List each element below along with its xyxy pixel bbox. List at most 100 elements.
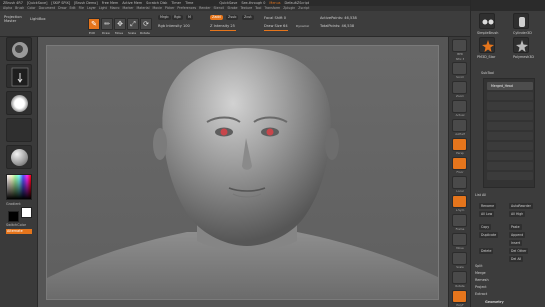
current-tool-thumb[interactable] xyxy=(479,13,495,29)
switch-color-button[interactable]: SwitchColor xyxy=(6,223,26,227)
autoreorder-button[interactable]: AutoReorder xyxy=(509,203,533,209)
draw-button[interactable]: ✏ xyxy=(101,18,113,30)
scale-label: Scale xyxy=(128,31,137,35)
see-through-slider[interactable]: See-through 0 xyxy=(241,1,265,5)
zadd-toggle[interactable]: Zadd xyxy=(210,15,223,20)
gradient-label: Gradient xyxy=(6,202,21,206)
bpr-label: BPR xyxy=(457,52,463,56)
edit-button[interactable]: ✎ xyxy=(88,18,100,30)
subtool-item[interactable] xyxy=(487,132,533,140)
title-item: Timer xyxy=(171,1,182,5)
rename-button[interactable]: Rename xyxy=(479,203,497,209)
subtool-item[interactable] xyxy=(487,142,533,150)
subtool-item[interactable] xyxy=(487,102,533,110)
alternate-button[interactable]: Alternate xyxy=(6,229,32,234)
subtool-item[interactable] xyxy=(487,152,533,160)
subtool-item[interactable] xyxy=(487,92,533,100)
polymesh-tool-thumb[interactable] xyxy=(513,37,529,53)
projection-master-button[interactable]: Projection Master xyxy=(4,15,26,23)
rgb-toggle[interactable]: Rgb xyxy=(172,15,183,20)
alpha-icon xyxy=(11,95,28,112)
color-picker[interactable] xyxy=(6,174,32,200)
rotate-icon: ⟳ xyxy=(143,20,149,28)
viewport[interactable] xyxy=(46,45,439,300)
title-item: [Brush Demo] xyxy=(74,1,98,5)
rotate-button[interactable]: ⟳ xyxy=(140,18,152,30)
scale-nav-button[interactable] xyxy=(452,252,467,265)
title-item: Scratch Disk xyxy=(146,1,168,5)
menus-button[interactable]: Menus xyxy=(269,1,280,5)
scroll-button[interactable] xyxy=(452,62,467,75)
bpr-button[interactable] xyxy=(452,39,467,52)
paste-button[interactable]: Paste xyxy=(509,224,522,230)
alpha-slot[interactable] xyxy=(6,91,32,115)
brush-slot[interactable] xyxy=(6,37,32,61)
list-all-button[interactable]: List All xyxy=(475,193,486,197)
draw-size-slider[interactable]: Draw Size 64 xyxy=(264,24,288,28)
move-icon: ✥ xyxy=(117,20,123,28)
mrgb-toggle[interactable]: Mrgb xyxy=(158,15,171,20)
subtool-item-label: Merged_Head xyxy=(491,83,513,88)
frame-button[interactable] xyxy=(452,214,467,227)
floor-button[interactable] xyxy=(452,157,467,170)
insert-button[interactable]: Insert xyxy=(509,240,523,246)
z-intensity-slider[interactable]: Z Intensity 25 xyxy=(210,24,235,28)
project-section[interactable]: Project xyxy=(475,285,487,289)
persp-button[interactable] xyxy=(452,138,467,151)
del-all-button[interactable]: Del All xyxy=(509,256,524,262)
subtool-header[interactable]: SubTool xyxy=(481,71,494,75)
texture-slot[interactable] xyxy=(6,118,32,142)
move-nav-button[interactable] xyxy=(452,233,467,246)
append-button[interactable]: Append xyxy=(509,232,526,238)
stroke-slot[interactable] xyxy=(6,64,32,88)
remesh-section[interactable]: Remesh xyxy=(475,278,489,282)
zsub-toggle[interactable]: Zsub xyxy=(226,15,239,20)
dynamic-toggle[interactable]: Dynamic xyxy=(296,24,309,28)
subtool-item[interactable] xyxy=(487,122,533,130)
brush-icon xyxy=(12,42,28,58)
extract-section[interactable]: Extract xyxy=(475,292,487,296)
lightbox-button[interactable]: LightBox xyxy=(30,17,46,21)
subtool-item[interactable] xyxy=(487,112,533,120)
duplicate-button[interactable]: Duplicate xyxy=(479,232,499,238)
copy-button[interactable]: Copy xyxy=(479,224,492,230)
move-nav-label: Move xyxy=(456,246,464,250)
subtool-list: Merged_Head xyxy=(483,78,535,188)
subtool-item-active[interactable]: Merged_Head xyxy=(487,82,533,90)
cylinder-tool-thumb[interactable] xyxy=(513,13,529,29)
star-icon xyxy=(482,40,494,52)
move-button[interactable]: ✥ xyxy=(114,18,126,30)
main-color-swatch[interactable] xyxy=(21,207,32,218)
secondary-color-swatch[interactable] xyxy=(8,211,19,222)
subtool-item[interactable] xyxy=(487,172,533,180)
title-item[interactable]: [QuickSave] xyxy=(27,1,48,5)
subtool-item[interactable] xyxy=(487,162,533,170)
polyf-button[interactable] xyxy=(452,290,467,303)
geometry-section[interactable]: Geometry xyxy=(485,300,504,304)
material-slot[interactable] xyxy=(6,145,32,169)
zcut-toggle[interactable]: Zcut xyxy=(242,15,254,20)
split-section[interactable]: Split xyxy=(475,264,483,268)
quicksave-button[interactable]: QuickSave xyxy=(219,1,237,5)
local-button[interactable] xyxy=(452,176,467,189)
del-other-button[interactable]: Del Other xyxy=(509,248,529,254)
lsym-button[interactable] xyxy=(452,195,467,208)
rotate-nav-label: Rotate xyxy=(455,284,465,288)
scale-button[interactable]: ⤢ xyxy=(127,18,139,30)
merge-section[interactable]: Merge xyxy=(475,271,486,275)
aahalf-button[interactable] xyxy=(452,119,467,132)
left-shelf: Gradient SwitchColor Alternate xyxy=(0,37,38,307)
focal-shift-slider[interactable]: Focal Shift 0 xyxy=(264,16,286,20)
top-toolbar: Projection Master LightBox ✎ ✏ ✥ ⤢ ⟳ Edi… xyxy=(0,11,470,37)
zoom-button[interactable] xyxy=(452,81,467,94)
m-toggle[interactable]: M xyxy=(186,15,193,20)
rotate-nav-button[interactable] xyxy=(452,271,467,284)
actual-button[interactable] xyxy=(452,100,467,113)
spix-label[interactable]: SPix 3 xyxy=(450,57,470,61)
rgb-intensity-slider[interactable]: Rgb Intensity 100 xyxy=(158,24,190,28)
delete-button[interactable]: Delete xyxy=(479,248,494,254)
all-high-button[interactable]: All High xyxy=(509,211,526,217)
star-tool-thumb[interactable] xyxy=(479,37,495,53)
default-script-button[interactable]: DefaultZScript xyxy=(285,1,310,5)
all-low-button[interactable]: All Low xyxy=(479,211,495,217)
